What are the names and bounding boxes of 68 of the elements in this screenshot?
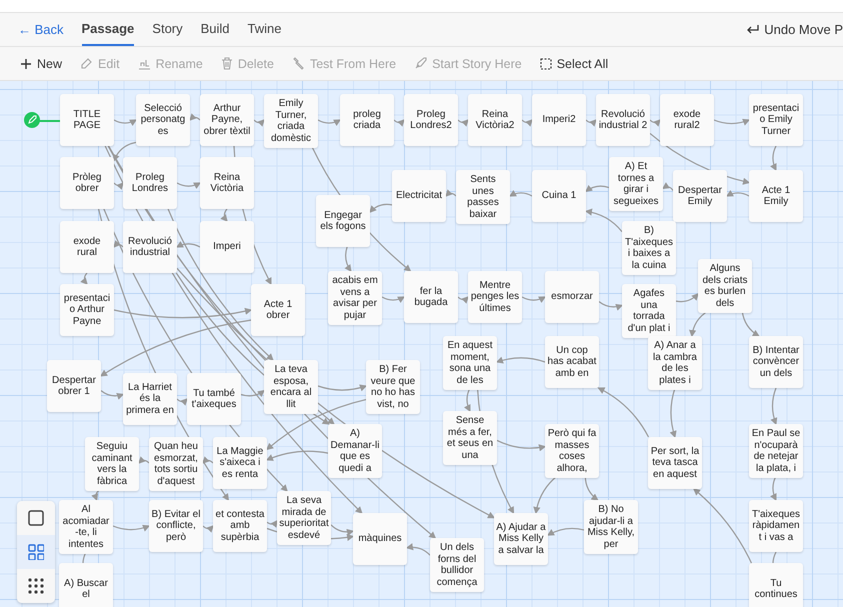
passage-card[interactable]: Despertar obrer 1 [47, 360, 101, 412]
passage-card[interactable]: Proleg Londres [123, 157, 177, 209]
passage-card[interactable]: presentacio Arthur Payne [60, 284, 114, 336]
passage-card[interactable]: B) Intentar convèncer un dels [749, 336, 803, 388]
passage-card[interactable]: esmorzar [545, 271, 599, 323]
passage-card[interactable]: T'aixeques ràpidament i vas a [749, 500, 803, 552]
passage-card[interactable]: proleg criada [340, 94, 394, 146]
back-link[interactable]: ← Back [18, 22, 64, 37]
passage-card[interactable]: B) No ajudar-li a Miss Kelly, per [584, 500, 638, 554]
passage-card[interactable]: Agafes una torrada d'un plat i [622, 284, 676, 338]
passage-card[interactable]: En aquest moment, sona una de les [443, 336, 497, 390]
passage-card[interactable]: A) Demanar-li que es quedi a [328, 424, 382, 478]
toolbar-button[interactable]: Select All [534, 54, 614, 74]
passage-card[interactable]: exode rural [60, 221, 114, 273]
passage-card[interactable]: En Paul se n'ocuparà de netejar la plata, i [749, 424, 803, 478]
toolbar-button[interactable]: New [14, 54, 68, 74]
passage-card[interactable]: B) T'aixeques i baixes a la cuina [622, 221, 676, 275]
passage-card[interactable]: A) Anar a la cambra de les plates i [648, 336, 702, 390]
menu-tab[interactable]: Story [152, 13, 183, 46]
passage-card[interactable]: A) Ajudar a Miss Kelly a salvar la [494, 513, 548, 565]
menu-tab[interactable]: Twine [248, 13, 282, 46]
undo-button[interactable]: Undo Move P [746, 22, 843, 37]
passage-card[interactable]: Selecció personatges [136, 94, 190, 146]
passage-card[interactable]: La seva mirada de superioritat esdevé [277, 491, 331, 545]
passage-card[interactable]: Despertar Emily [673, 170, 727, 222]
passage-card[interactable]: A) Buscar el [59, 563, 113, 607]
passage-card[interactable]: Per sort, la teva tasca en aquest [648, 437, 702, 489]
passage-card[interactable]: Reina Victòria [200, 157, 254, 209]
passage-card[interactable]: Mentre penges les últimes [468, 271, 522, 323]
passage-card[interactable]: exode rural2 [660, 94, 714, 146]
passage-card[interactable]: Acte 1 obrer [251, 284, 305, 336]
passage-card[interactable]: Sents unes passes baixar [456, 170, 510, 224]
passage-card[interactable]: B) Evitar el conflicte, però [149, 500, 203, 552]
passage-card[interactable]: Cuina 1 [532, 170, 586, 222]
passage-card[interactable]: fer la bugada [404, 271, 458, 323]
passage-card[interactable]: Alguns dels criats es burlen dels [698, 259, 752, 313]
passage-card[interactable]: Pròleg obrer [60, 157, 114, 209]
passage-card[interactable]: Revolució industrial 2 [596, 94, 650, 146]
passage-card[interactable]: Un cop has acabat amb en [545, 336, 599, 388]
passage-card[interactable]: Sense més a fer, et seus en una [443, 411, 497, 465]
passage-card[interactable]: Imperi2 [532, 94, 586, 146]
passage-card[interactable]: Acte 1 Emily [749, 170, 803, 222]
passage-card[interactable]: Un dels forns del bullidor comença [430, 538, 484, 592]
passage-card[interactable]: acabis em vens a avisar per pujar [328, 271, 382, 325]
passage-card[interactable]: Tu continues [749, 563, 803, 607]
passage-card[interactable]: Però qui fa masses coses alhora, [545, 424, 599, 478]
passage-card[interactable]: Imperi [200, 221, 254, 273]
passage-card[interactable]: La Maggie s'aixeca i es renta [213, 437, 267, 489]
passage-card[interactable]: et contesta amb supèrbia [213, 500, 267, 552]
passage-card[interactable]: Proleg Londres2 [404, 94, 458, 146]
passage-card[interactable]: La teva esposa, encara al llit [264, 360, 318, 414]
passage-card[interactable]: La Harriet és la primera en [123, 373, 177, 425]
passage-card[interactable]: Emily Turner, criada domèstic [264, 94, 318, 148]
passage-card[interactable]: Tu també t'aixeques [187, 373, 241, 425]
passage-card[interactable]: màquines [353, 513, 407, 565]
passage-card[interactable]: TITLE PAGE [60, 94, 114, 146]
passage-card[interactable]: Al acomiadar-te, li intentes [59, 500, 113, 554]
passage-card[interactable]: Seguiu caminant vers la fàbrica [85, 437, 139, 491]
menu-tab[interactable]: Build [200, 13, 230, 46]
passage-card[interactable]: presentacio Emily Turner [749, 94, 803, 146]
passage-card[interactable]: Electricitat [392, 170, 446, 222]
passage-card[interactable]: Quan heu esmorzat, tots sortiu d'aquest [149, 437, 203, 491]
passage-card[interactable]: Engegar els fogons [316, 195, 370, 247]
passage-card[interactable]: Revolució industrial [123, 221, 177, 273]
passage-card[interactable]: B) Fer veure que no ho has vist, no [366, 360, 420, 414]
passage-card[interactable]: A) Et tornes a girar i segueixes [609, 157, 663, 211]
passage-card[interactable]: Arthur Payne, obrer tèxtil [200, 94, 254, 146]
passage-card[interactable]: Reina Victòria2 [468, 94, 522, 146]
